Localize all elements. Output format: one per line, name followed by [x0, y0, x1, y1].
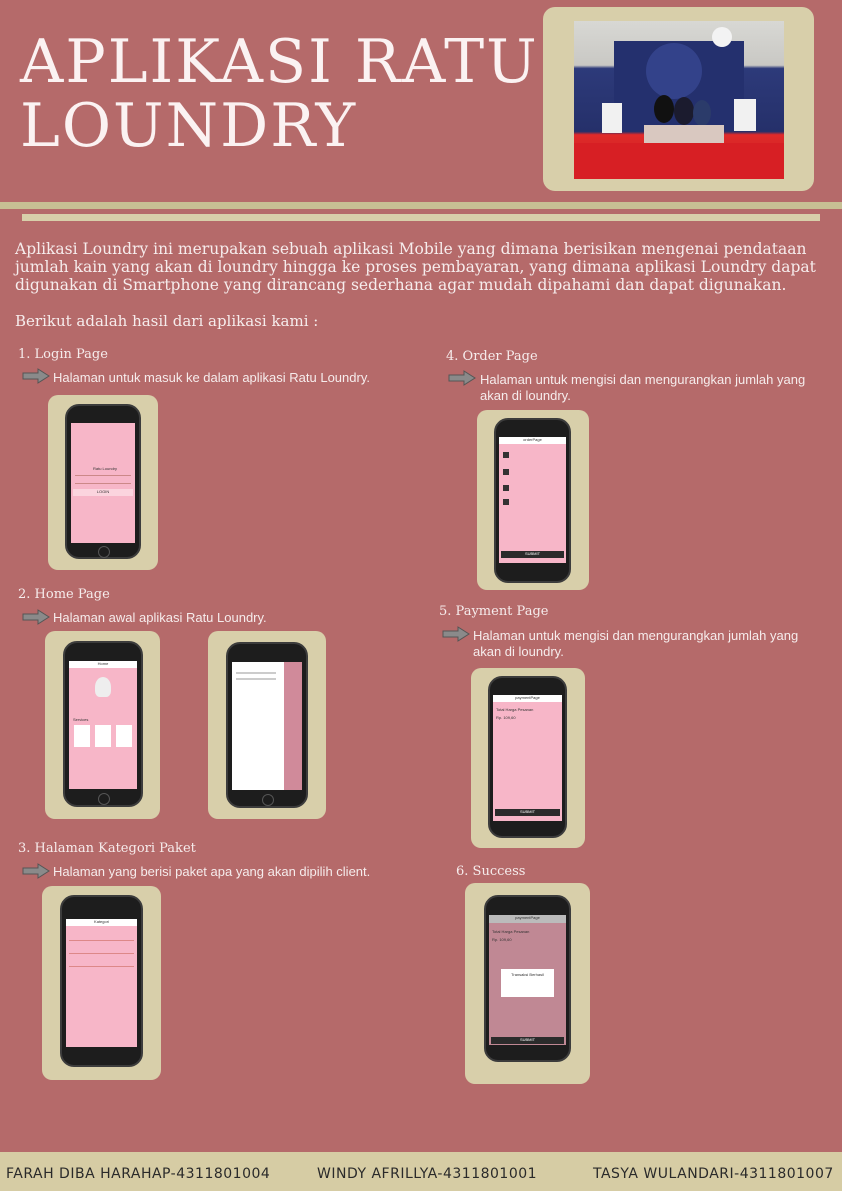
team-photo-illustration [574, 27, 784, 179]
arrow-right-icon [22, 609, 50, 625]
payment-phone: paymentPage Total Harga Pesanan Rp. 109,… [488, 676, 567, 838]
pants-icon [503, 469, 509, 475]
page-title: APLIKASI RATU LOUNDRY [20, 30, 550, 158]
section-kategori-desc: Halaman yang berisi paket apa yang akan … [53, 864, 371, 879]
title-line-2: LOUNDRY [20, 91, 358, 161]
jacket-icon [503, 485, 509, 491]
section-payment-desc: Halaman untuk mengisi dan mengurangkan j… [473, 628, 799, 659]
footer-member-2: WINDY AFRILLYA-4311801001 [317, 1166, 538, 1182]
footer-member-3: TASYA WULANDARI-4311801007 [593, 1166, 834, 1182]
package-item[interactable] [69, 934, 134, 941]
login-button[interactable]: LOGIN [73, 489, 133, 496]
team-photo [574, 21, 784, 179]
section-login-title: 1. Login Page [18, 347, 108, 362]
success-total-label: Total Harga Pesanan [492, 929, 530, 934]
success-screen: paymentPage Total Harga Pesanan Rp. 109,… [489, 915, 566, 1045]
laundry-mascot-icon [95, 677, 111, 697]
intro-paragraph: Aplikasi Loundry ini merupakan sebuah ap… [15, 240, 816, 294]
package-item[interactable] [69, 960, 134, 967]
home-screen: Home Services [69, 661, 137, 789]
intro-lead: Berikut adalah hasil dari aplikasi kami … [15, 312, 319, 330]
title-line-1: APLIKASI RATU [20, 27, 539, 97]
order-screen: orderPage SUBMIT [499, 437, 566, 563]
section-success-title: 6. Success [456, 864, 526, 879]
home-button-icon [262, 794, 274, 806]
login-phone: Ratu Loundry LOGIN [65, 404, 141, 559]
service-card-washer[interactable] [95, 725, 111, 747]
service-card-iron[interactable] [116, 725, 132, 747]
divider-band-bottom [22, 214, 820, 221]
success-phone: paymentPage Total Harga Pesanan Rp. 109,… [484, 895, 571, 1062]
home-button-icon [98, 793, 110, 805]
payment-total-label: Total Harga Pesanan [496, 707, 534, 712]
footer-member-1: FARAH DIBA HARAHAP-4311801004 [6, 1166, 271, 1182]
section-home-title: 2. Home Page [18, 587, 110, 602]
payment-amount: Rp. 109,60 [496, 715, 516, 720]
kategori-screen: Kategori [66, 919, 137, 1047]
arrow-right-icon [448, 370, 476, 386]
home-services-label: Services [73, 717, 89, 722]
arrow-right-icon [442, 626, 470, 642]
drawer-phone [226, 642, 308, 808]
towel-icon [503, 499, 509, 505]
success-amount: Rp. 109,60 [492, 937, 512, 942]
home-app-bar: Home [69, 661, 137, 668]
section-kategori-title: 3. Halaman Kategori Paket [18, 841, 196, 856]
kategori-phone: Kategori [60, 895, 143, 1067]
divider-band-top [0, 202, 842, 209]
success-dialog[interactable]: Transaksi Berhasil [501, 969, 554, 997]
arrow-right-icon [22, 863, 50, 879]
payment-app-bar: paymentPage [493, 695, 562, 702]
section-payment-title: 5. Payment Page [439, 604, 549, 619]
success-submit-button[interactable]: SUBMIT [491, 1037, 564, 1044]
section-order-title: 4. Order Page [446, 349, 538, 364]
home-phone: Home Services [63, 641, 143, 807]
kategori-app-bar: Kategori [66, 919, 137, 926]
payment-screen: paymentPage Total Harga Pesanan Rp. 109,… [493, 695, 562, 821]
section-home-desc: Halaman awal aplikasi Ratu Loundry. [53, 610, 267, 625]
drawer-item-logout[interactable] [236, 678, 276, 680]
login-password-field[interactable] [75, 483, 131, 484]
section-login-desc: Halaman untuk masuk ke dalam aplikasi Ra… [53, 370, 370, 385]
order-app-bar: orderPage [499, 437, 566, 444]
package-item[interactable] [69, 947, 134, 954]
login-username-field[interactable] [75, 475, 131, 476]
home-button-icon [98, 546, 110, 558]
payment-submit-button[interactable]: SUBMIT [495, 809, 560, 816]
shirt-icon [503, 452, 509, 458]
drawer-screen [232, 662, 302, 790]
section-order-desc: Halaman untuk mengisi dan mengurangkan j… [480, 372, 806, 403]
login-app-name: Ratu Loundry [93, 466, 118, 471]
navigation-drawer[interactable] [232, 662, 284, 790]
drawer-item-profile[interactable] [236, 672, 276, 674]
service-card-shirt[interactable] [74, 725, 90, 747]
order-submit-button[interactable]: SUBMIT [501, 551, 564, 558]
success-app-bar: paymentPage [489, 915, 566, 923]
order-phone: orderPage SUBMIT [494, 418, 571, 583]
login-screen: Ratu Loundry LOGIN [71, 423, 135, 543]
arrow-right-icon [22, 368, 50, 384]
